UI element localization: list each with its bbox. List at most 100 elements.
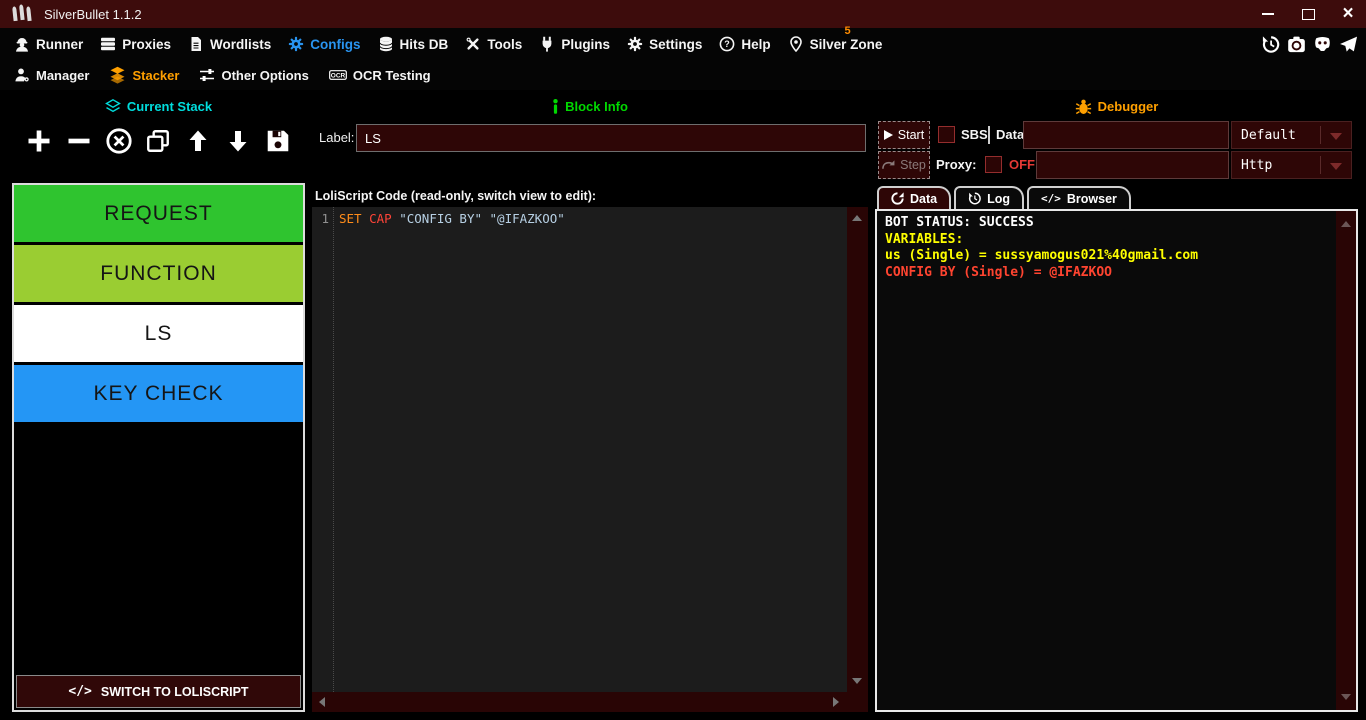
code-brackets-icon: </>: [68, 684, 91, 699]
code-token-string1: "CONFIG BY": [399, 211, 489, 226]
close-button[interactable]: ×: [1340, 6, 1356, 22]
disable-block-button[interactable]: [104, 126, 134, 156]
code-line: SET CAP "CONFIG BY" "@IFAZKOO": [339, 211, 565, 226]
tab-browser[interactable]: </> Browser: [1027, 186, 1131, 209]
loliscript-caption: LoliScript Code (read-only, switch view …: [315, 189, 596, 203]
stack-toolbar: [12, 118, 305, 164]
menu-item-label: Hits DB: [400, 37, 449, 52]
output-line-bot-status: BOT STATUS: SUCCESS: [885, 215, 1348, 232]
block-label-input[interactable]: [356, 124, 866, 152]
history-button[interactable]: [1261, 35, 1280, 54]
scroll-up-arrow-icon[interactable]: [852, 215, 862, 221]
menu-item-hits-db[interactable]: Hits DB: [378, 36, 449, 52]
editor-vertical-scrollbar[interactable]: [847, 207, 868, 692]
screenshot-button[interactable]: [1287, 35, 1306, 54]
sbs-checkbox[interactable]: [938, 126, 955, 143]
svg-text:?: ?: [725, 39, 731, 49]
minimize-button[interactable]: [1260, 6, 1276, 22]
stack-block-label: REQUEST: [104, 202, 213, 226]
stack-block-label: FUNCTION: [100, 262, 217, 286]
debug-data-input[interactable]: [1023, 121, 1229, 149]
database-icon: [378, 36, 394, 52]
tab-data[interactable]: Data: [877, 186, 951, 209]
switch-to-loliscript-button[interactable]: </> SWITCH TO LOLISCRIPT: [16, 675, 301, 708]
debug-output-lines: BOT STATUS: SUCCESS VARIABLES: us (Singl…: [877, 211, 1356, 285]
menu-item-label: Plugins: [561, 37, 610, 52]
menu-item-help[interactable]: ? Help: [719, 36, 770, 52]
submenu-item-stacker[interactable]: Stacker: [109, 66, 179, 84]
menu-item-label: Other Options: [221, 68, 308, 83]
submenu-item-manager[interactable]: Manager: [14, 67, 89, 83]
location-pin-icon: [788, 36, 804, 52]
submenu-item-ocr-testing[interactable]: OCR OCR Testing: [329, 67, 431, 83]
label-caption: Label:: [319, 124, 354, 152]
window-title: SilverBullet 1.1.2: [44, 7, 142, 22]
tab-label: Data: [910, 192, 937, 206]
dropdown-divider: [1320, 156, 1321, 174]
menu-item-tools[interactable]: Tools: [465, 36, 522, 52]
debugger-title: Debugger: [1098, 99, 1159, 114]
discord-icon: [1313, 35, 1332, 54]
stack-block-request[interactable]: REQUEST: [14, 185, 303, 242]
telegram-button[interactable]: [1339, 35, 1358, 54]
settings-gear-icon: [627, 36, 643, 52]
telegram-icon: [1339, 35, 1358, 54]
history-icon: [968, 192, 981, 205]
main-menubar: Runner Proxies Wordlists Configs Hits DB…: [0, 28, 1366, 60]
tab-label: Browser: [1067, 192, 1117, 206]
output-line-variable-config-by: CONFIG BY (Single) = @IFAZKOO: [885, 265, 1348, 282]
wordlist-type-dropdown[interactable]: Default: [1231, 121, 1352, 149]
menu-item-settings[interactable]: Settings: [627, 36, 702, 52]
remove-block-button[interactable]: [64, 126, 94, 156]
start-button[interactable]: Start: [878, 121, 930, 149]
menu-item-runner[interactable]: Runner: [14, 36, 83, 52]
loliscript-code-editor[interactable]: 1 SET CAP "CONFIG BY" "@IFAZKOO": [312, 207, 868, 712]
stack-block-function[interactable]: FUNCTION: [14, 245, 303, 302]
add-block-button[interactable]: [24, 126, 54, 156]
menu-item-plugins[interactable]: Plugins: [539, 36, 610, 52]
app-window: SilverBullet 1.1.2 × Runner Proxies Word…: [0, 0, 1366, 720]
scroll-down-arrow-icon[interactable]: [852, 678, 862, 684]
scroll-down-arrow-icon[interactable]: [1341, 694, 1351, 700]
stack-block-key-check[interactable]: KEY CHECK: [14, 365, 303, 422]
proxy-type-dropdown[interactable]: Http: [1231, 151, 1352, 179]
stack-block-ls[interactable]: LS: [14, 305, 303, 362]
proxy-checkbox[interactable]: [985, 156, 1002, 173]
proxy-type-value: Http: [1232, 158, 1272, 173]
maximize-button[interactable]: [1300, 6, 1316, 22]
tab-log[interactable]: Log: [954, 186, 1024, 209]
stack-diamond-icon: [105, 99, 121, 113]
menu-item-label: Settings: [649, 37, 702, 52]
menu-item-label: Proxies: [122, 37, 171, 52]
configs-gear-icon: [288, 36, 304, 52]
submenu-item-other-options[interactable]: Other Options: [199, 67, 308, 83]
menu-item-proxies[interactable]: Proxies: [100, 36, 171, 52]
proxy-state-label: OFF: [1009, 151, 1035, 179]
gutter-divider: [333, 207, 334, 692]
scroll-left-arrow-icon[interactable]: [319, 697, 325, 707]
menu-item-label: Help: [741, 37, 770, 52]
tab-label: Log: [987, 192, 1010, 206]
step-button-label: Step: [900, 158, 926, 172]
block-info-title: Block Info: [565, 99, 628, 114]
step-button[interactable]: Step: [878, 151, 930, 179]
scroll-right-arrow-icon[interactable]: [833, 697, 839, 707]
editor-horizontal-scrollbar[interactable]: [312, 692, 868, 712]
move-up-button[interactable]: [183, 126, 213, 156]
manager-icon: [14, 67, 30, 83]
menu-item-label: Runner: [36, 37, 83, 52]
stack-block-label: KEY CHECK: [94, 382, 224, 406]
clone-block-button[interactable]: [143, 126, 173, 156]
menu-item-silver-zone[interactable]: 5 Silver Zone: [788, 36, 883, 52]
scroll-up-arrow-icon[interactable]: [1341, 221, 1351, 227]
save-config-button[interactable]: [263, 126, 293, 156]
play-icon: [884, 130, 893, 140]
discord-button[interactable]: [1313, 35, 1332, 54]
menu-item-label: Wordlists: [210, 37, 271, 52]
controls-divider: [988, 126, 990, 144]
output-vertical-scrollbar[interactable]: [1336, 211, 1356, 710]
menu-item-configs[interactable]: Configs: [288, 36, 360, 52]
menu-item-wordlists[interactable]: Wordlists: [188, 36, 271, 52]
debug-proxy-input[interactable]: [1036, 151, 1229, 179]
move-down-button[interactable]: [223, 126, 253, 156]
